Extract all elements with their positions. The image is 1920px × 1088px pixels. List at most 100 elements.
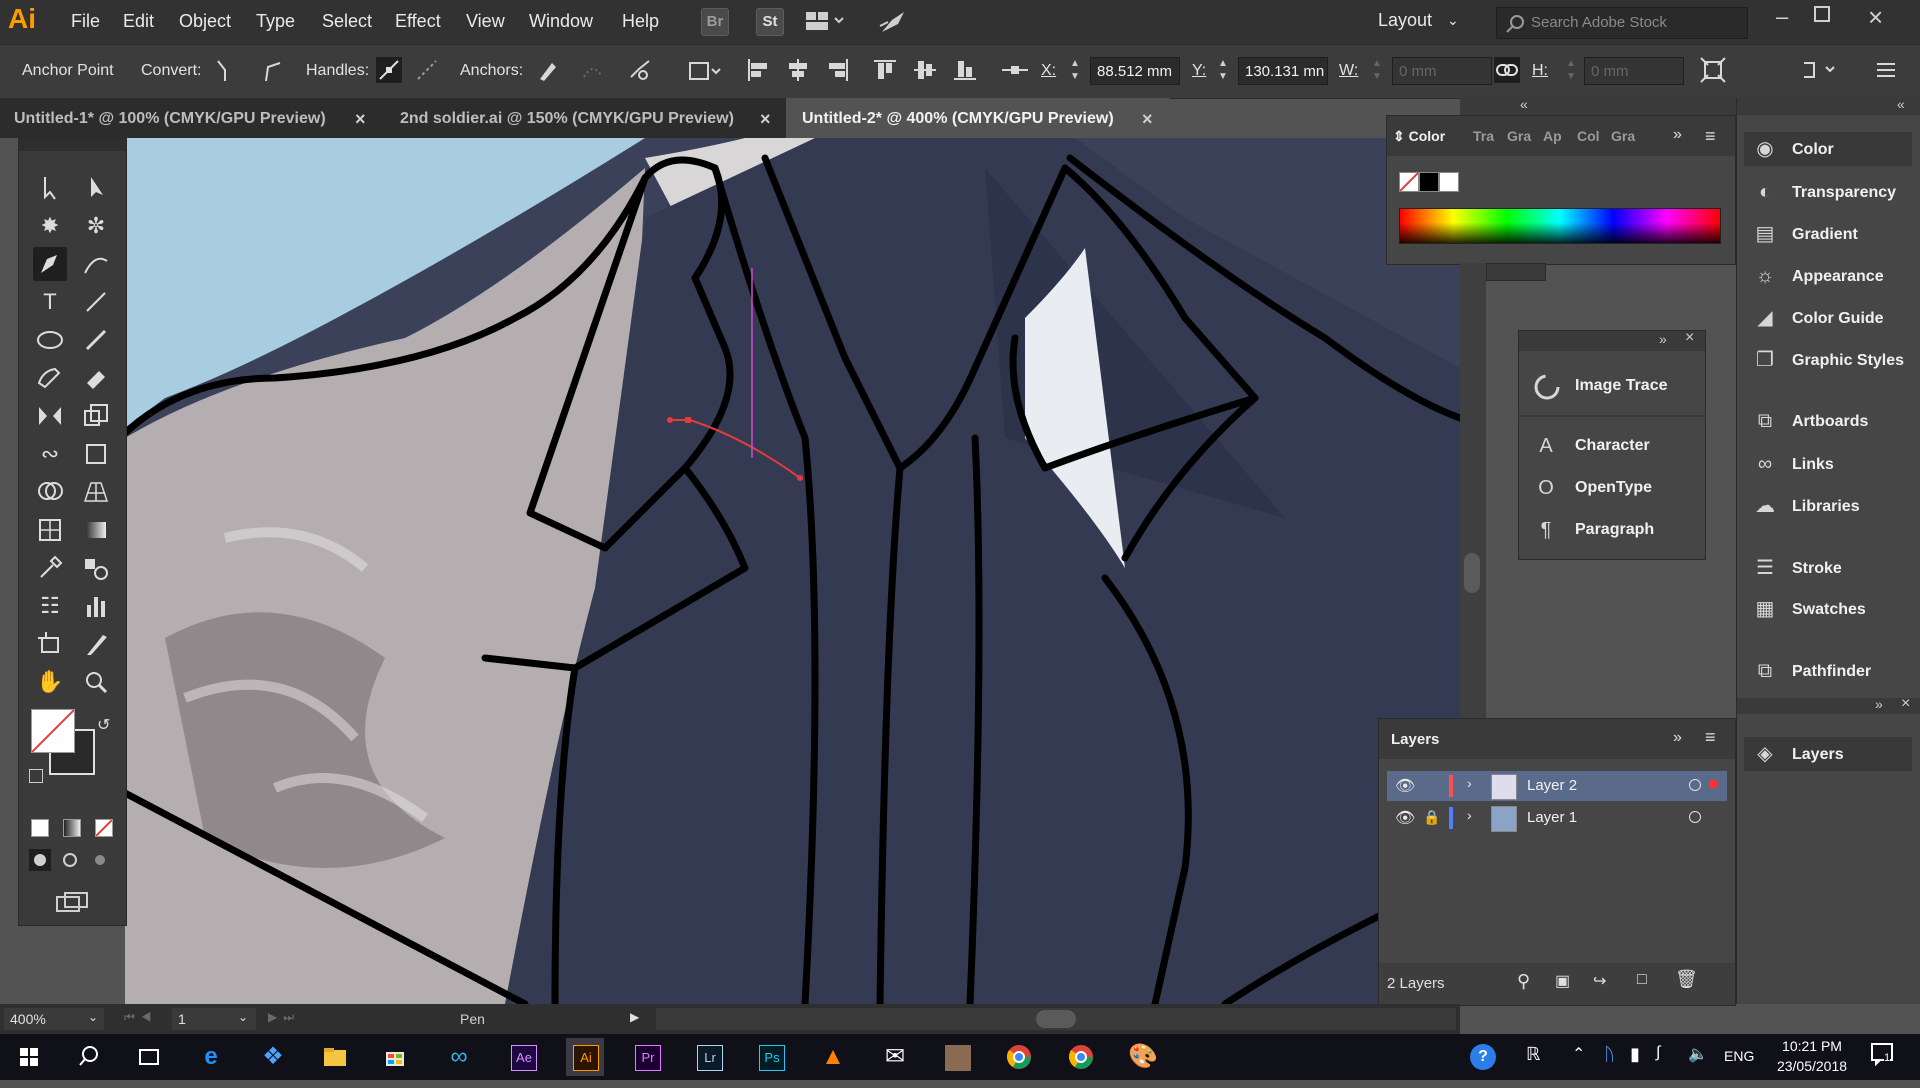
convert-to-corner-icon[interactable] bbox=[212, 57, 238, 83]
workspace-switcher[interactable]: Layout bbox=[1378, 10, 1432, 31]
store-icon[interactable] bbox=[376, 1038, 414, 1076]
layer-name[interactable]: Layer 1 bbox=[1527, 809, 1577, 826]
draw-inside-icon[interactable] bbox=[89, 849, 111, 871]
clock-date[interactable]: 23/05/2018 bbox=[1766, 1058, 1858, 1074]
chrome-profile-icon[interactable] bbox=[1062, 1038, 1100, 1076]
vertical-scroll-thumb[interactable] bbox=[1464, 553, 1480, 593]
visibility-eye-icon[interactable]: 👁 bbox=[1395, 808, 1415, 828]
mail-icon[interactable]: ✉ bbox=[876, 1038, 914, 1076]
file-explorer-icon[interactable] bbox=[316, 1038, 354, 1076]
align-center-icon[interactable] bbox=[785, 57, 811, 83]
selection-tool-icon[interactable] bbox=[33, 171, 67, 205]
shape-builder-tool-icon[interactable] bbox=[33, 475, 67, 509]
minimize-button[interactable]: – bbox=[1776, 4, 1788, 30]
panel-menu-icon[interactable]: ≡ bbox=[1705, 126, 1716, 147]
zoom-tool-icon[interactable] bbox=[79, 665, 113, 699]
transform-icon[interactable] bbox=[1700, 57, 1726, 83]
constrain-proportions-icon[interactable] bbox=[1494, 57, 1520, 83]
premiere-icon[interactable]: Pr bbox=[628, 1038, 666, 1076]
stock-button[interactable]: St bbox=[756, 8, 784, 36]
curvature-tool-icon[interactable] bbox=[79, 247, 113, 281]
x-stepper[interactable]: ▲ ▼ bbox=[1070, 57, 1084, 85]
dock-item-links[interactable]: ∞ Links bbox=[1744, 447, 1912, 481]
tab-2nd-soldier[interactable]: 2nd soldier.ai @ 150% (CMYK/GPU Preview)… bbox=[386, 98, 786, 138]
control-panel-menu-icon[interactable] bbox=[1873, 57, 1899, 83]
illustrator-icon[interactable]: Ai bbox=[566, 1038, 604, 1076]
y-input[interactable]: 130.131 mn bbox=[1238, 57, 1328, 85]
target-icon[interactable] bbox=[1689, 811, 1701, 823]
horizontal-scrollbar[interactable] bbox=[656, 1008, 1456, 1030]
people-tray-icon[interactable]: ℝ bbox=[1526, 1044, 1540, 1065]
gpu-performance-icon[interactable] bbox=[878, 8, 908, 36]
none-mode-icon[interactable] bbox=[95, 819, 113, 837]
slice-tool-icon[interactable] bbox=[79, 627, 113, 661]
ellipse-tool-icon[interactable] bbox=[33, 323, 67, 357]
menu-object[interactable]: Object bbox=[179, 11, 231, 32]
dock-item-transparency[interactable]: ◐ Transparency bbox=[1744, 175, 1912, 209]
paintbrush-tool-icon[interactable] bbox=[79, 323, 113, 357]
delete-layer-icon[interactable]: 🗑 bbox=[1675, 969, 1698, 990]
edge-browser-icon[interactable]: e bbox=[192, 1038, 230, 1076]
dock-item-graphic-styles[interactable]: ❐ Graphic Styles bbox=[1744, 343, 1912, 377]
lock-icon[interactable]: 🔒 bbox=[1423, 809, 1440, 826]
scale-tool-icon[interactable] bbox=[79, 399, 113, 433]
white-swatch[interactable] bbox=[1439, 172, 1459, 192]
layer-row[interactable]: 👁 🔒 › Layer 1 bbox=[1387, 803, 1727, 833]
battery-icon[interactable]: ▮ bbox=[1630, 1044, 1640, 1065]
fill-none-swatch[interactable] bbox=[1399, 172, 1419, 192]
x-input[interactable]: 88.512 mm bbox=[1090, 57, 1180, 85]
dock-item-pathfinder[interactable]: ⧉ Pathfinder bbox=[1744, 654, 1912, 688]
lasso-tool-icon[interactable]: ✼ bbox=[79, 209, 113, 243]
panel-collapse-icon[interactable]: » bbox=[1659, 331, 1667, 347]
hide-handles-icon[interactable] bbox=[414, 57, 440, 83]
close-tab-icon[interactable]: × bbox=[760, 98, 771, 140]
dropbox-icon[interactable]: ❖ bbox=[254, 1038, 292, 1076]
chevron-down-icon[interactable]: ⌄ bbox=[1447, 12, 1459, 29]
dock-item-color[interactable]: ◉ Color bbox=[1744, 132, 1912, 166]
hand-tool-icon[interactable]: ✋ bbox=[33, 665, 67, 699]
artboard-next-icon[interactable]: ▶⏭ bbox=[268, 1010, 300, 1025]
panel-tab-color[interactable]: ⇕ Color bbox=[1393, 128, 1445, 145]
bridge-button[interactable]: Br bbox=[701, 8, 729, 36]
photo-viewer-icon[interactable] bbox=[938, 1038, 976, 1076]
align-top-icon[interactable] bbox=[872, 57, 898, 83]
chevron-up-icon[interactable]: ⌃ bbox=[1572, 1044, 1585, 1064]
clipping-mask-icon[interactable]: ▣ bbox=[1555, 971, 1570, 991]
horizontal-scroll-thumb[interactable] bbox=[1036, 1010, 1076, 1028]
menu-help[interactable]: Help bbox=[622, 11, 659, 32]
restore-button[interactable] bbox=[1814, 6, 1830, 22]
locate-object-icon[interactable]: ⚲ bbox=[1517, 971, 1530, 992]
photoshop-icon[interactable]: Ps bbox=[752, 1038, 790, 1076]
connect-paths-icon[interactable] bbox=[580, 57, 606, 83]
reflect-tool-icon[interactable] bbox=[33, 399, 67, 433]
dock-item-color-guide[interactable]: ◢ Color Guide bbox=[1744, 301, 1912, 335]
search-icon[interactable] bbox=[70, 1038, 108, 1076]
vlc-icon[interactable]: ▲ bbox=[814, 1038, 852, 1076]
panel-menu-icon[interactable]: ≡ bbox=[1705, 727, 1716, 748]
windows-start-icon[interactable] bbox=[10, 1038, 48, 1076]
menu-edit[interactable]: Edit bbox=[123, 11, 154, 32]
task-view-icon[interactable] bbox=[130, 1038, 168, 1076]
help-tray-icon[interactable]: ? bbox=[1470, 1044, 1496, 1070]
layers-panel-title[interactable]: Layers bbox=[1391, 731, 1439, 748]
fill-swatch-none[interactable] bbox=[31, 709, 75, 753]
bluetooth-icon[interactable]: ᚢ bbox=[1604, 1044, 1615, 1065]
artboard-prev-icon[interactable]: ⏮◀ bbox=[124, 1010, 158, 1025]
isolate-icon[interactable] bbox=[688, 57, 721, 83]
magic-wand-tool-icon[interactable]: ✸ bbox=[33, 209, 67, 243]
convert-to-smooth-icon[interactable] bbox=[258, 57, 284, 83]
dock-item-stroke[interactable]: ☰ Stroke bbox=[1744, 551, 1912, 585]
eraser-tool-icon[interactable] bbox=[79, 361, 113, 395]
artboard-tool-icon[interactable] bbox=[33, 627, 67, 661]
cut-path-icon[interactable] bbox=[627, 57, 653, 83]
new-sublayer-icon[interactable]: ↪ bbox=[1593, 971, 1606, 991]
perspective-grid-tool-icon[interactable] bbox=[79, 475, 113, 509]
remove-anchor-icon[interactable] bbox=[534, 57, 560, 83]
panel-expand-icon[interactable]: » bbox=[1673, 126, 1682, 144]
menu-window[interactable]: Window bbox=[529, 11, 593, 32]
status-menu-icon[interactable]: ▶ bbox=[630, 1010, 639, 1024]
direct-selection-tool-icon[interactable] bbox=[79, 171, 113, 205]
target-icon[interactable] bbox=[1689, 779, 1701, 791]
menu-view[interactable]: View bbox=[466, 11, 505, 32]
collapse-dock-icon[interactable]: « bbox=[1897, 96, 1905, 112]
